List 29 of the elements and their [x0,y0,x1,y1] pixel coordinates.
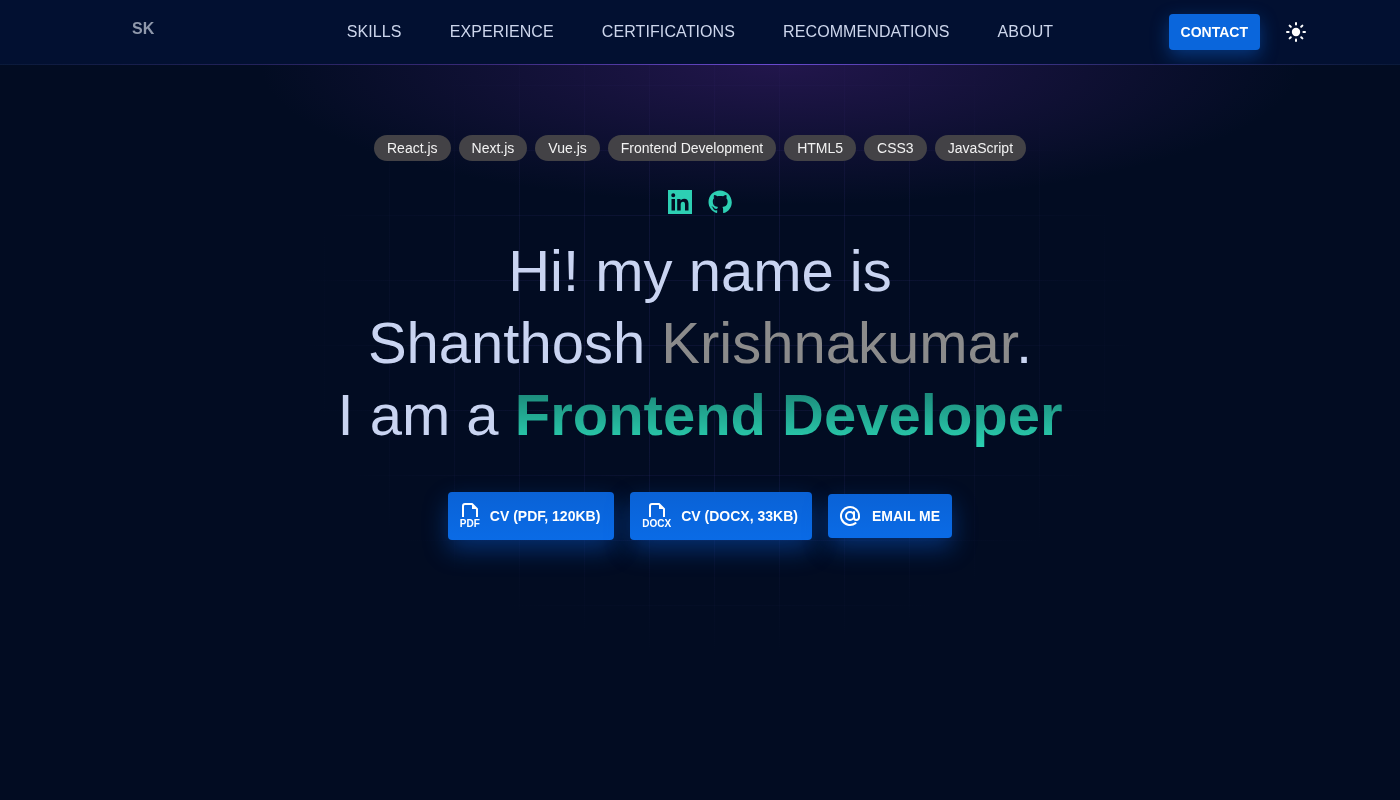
nav-link[interactable]: SKILLS [346,23,402,41]
file-type-label: DOCX [642,519,672,529]
contact-button[interactable]: CONTACT [1168,14,1260,50]
logo-link[interactable]: SK [132,20,155,37]
skill-tag: Next.js [458,135,528,161]
linkedin-link[interactable] [668,190,692,214]
github-link[interactable] [708,190,732,214]
email-button[interactable]: EMAIL ME [827,494,953,538]
linkedin-icon [668,190,692,214]
skill-tag: Frontend Development [607,135,777,161]
file-icon [647,503,666,518]
skill-tag: Vue.js [535,135,600,161]
nav-link[interactable]: RECOMMENDATIONS [783,23,950,41]
hero-heading: Hi! my name is Shanthosh Krishnakumar. I am a Frontend Developer [337,237,1063,449]
download-cv-button[interactable]: PDF CV (PDF, 120KB) [447,492,615,540]
nav-link[interactable]: CERTIFICATIONS [601,23,736,41]
skill-tag: CSS3 [864,135,927,161]
file-type-label: PDF [459,519,480,529]
download-cv-button[interactable]: DOCX CV (DOCX, 33KB) [630,492,812,540]
skill-tag: HTML5 [784,135,857,161]
sun-icon [1286,22,1306,42]
github-icon [708,190,732,214]
at-sign-icon [837,504,862,528]
nav-link[interactable]: ABOUT [997,23,1054,41]
skill-tag: JavaScript [934,135,1026,161]
file-icon [460,503,479,518]
skill-tag: React.js [374,135,451,161]
nav-link[interactable]: EXPERIENCE [449,23,554,41]
theme-toggle-button[interactable] [1286,22,1306,42]
